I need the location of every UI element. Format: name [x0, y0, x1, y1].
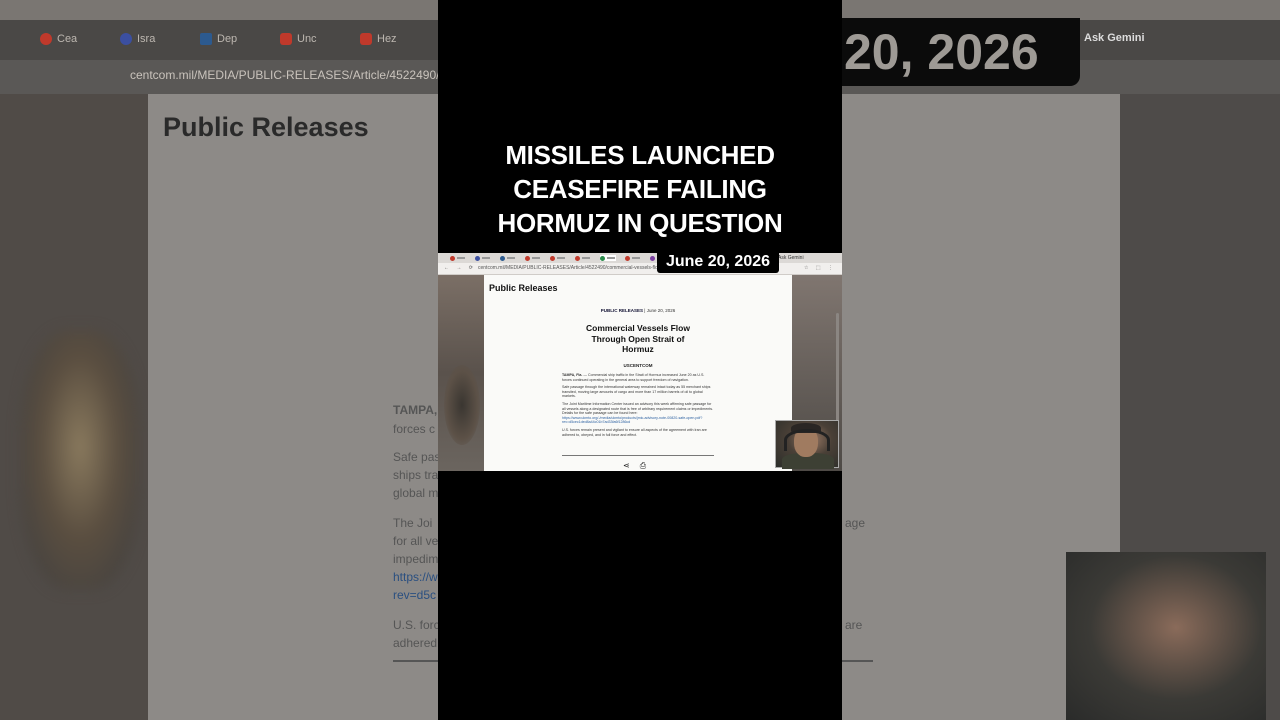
bg-text: forces c [393, 422, 436, 436]
tab-favicon-icon [600, 255, 605, 261]
page-title: Public Releases [489, 283, 558, 293]
browser-tab-bar: Ask Gemini [438, 253, 842, 263]
headline-line: MISSILES LAUNCHED [505, 140, 775, 170]
article-paragraph: Safe passage through the international w… [562, 385, 711, 399]
tab-favicon-icon [550, 255, 555, 261]
tab-favicon-icon [280, 33, 292, 45]
bg-text: The Joi [393, 516, 433, 530]
bg-tab-label: Isra [137, 33, 156, 45]
tab-favicon-icon [625, 255, 630, 261]
nav-arrows-icon[interactable]: ← → ⟳ [444, 265, 476, 271]
share-icon[interactable]: ⋖ [623, 461, 640, 470]
browser-tab[interactable] [475, 255, 491, 261]
bg-text: age [845, 516, 866, 530]
bg-tab-label: Hez [377, 33, 397, 45]
tab-favicon-icon [575, 255, 580, 261]
article-title: Commercial Vessels Flow Through Open Str… [484, 323, 792, 355]
bg-text: for all ve [393, 534, 439, 548]
toolbar-icons[interactable]: ☆ ⬚ ⋮ [804, 265, 836, 271]
tab-favicon-icon [450, 255, 455, 261]
headphones-icon [784, 429, 830, 451]
article-body: TAMPA, Fla. — Commercial ship traffic in… [562, 373, 714, 440]
article-paragraph: The Joint Maritime Information Center is… [562, 402, 714, 425]
tab-favicon-icon [525, 255, 530, 261]
bg-tab: Dep [200, 30, 237, 48]
video-frame: Cea Isra Dep Unc Hez Ask Gemini centcom.… [0, 0, 1280, 720]
bg-tab: Cea [40, 30, 77, 48]
tab-favicon-icon [40, 33, 52, 45]
vertical-video: MISSILES LAUNCHED CEASEFIRE FAILING HORM… [438, 0, 842, 720]
browser-tab[interactable] [525, 255, 541, 261]
tab-favicon-icon [360, 33, 372, 45]
browser-tab-active[interactable] [600, 255, 616, 261]
bg-text: U.S. forc [393, 618, 440, 632]
paragraph-text: — Commercial ship traffic in the Strait … [562, 373, 705, 382]
bg-tab: Isra [120, 30, 155, 48]
headline-line: CEASEFIRE FAILING [513, 174, 767, 204]
bg-jet-image [20, 330, 140, 590]
article-paragraph: TAMPA, Fla. — Commercial ship traffic in… [562, 373, 714, 382]
bg-webcam-overlay [1066, 552, 1266, 720]
bg-text: https://w [393, 570, 438, 584]
browser-tab[interactable] [625, 255, 641, 261]
meta-label[interactable]: PUBLIC RELEASES [601, 308, 643, 313]
meta-date: June 20, 2026 [646, 308, 676, 313]
tab-favicon-icon [120, 33, 132, 45]
screen-recording: Ask Gemini ← → ⟳ centcom.mil/MEDIA/PUBLI… [438, 253, 842, 471]
article-page: Public Releases PUBLIC RELEASES | June 2… [484, 275, 792, 471]
article-title-line: Through Open Strait of [591, 333, 685, 344]
page-left-gutter [438, 275, 484, 471]
bg-text: TAMPA, [393, 403, 438, 417]
bg-url: centcom.mil/MEDIA/PUBLIC-RELEASES/Articl… [130, 68, 457, 82]
article-title-line: Commercial Vessels Flow [586, 323, 690, 333]
bg-date-badge: 20, 2026 [840, 18, 1080, 86]
browser-tab[interactable] [500, 255, 516, 261]
article-meta: PUBLIC RELEASES | June 20, 2026 [600, 308, 676, 313]
bg-text: global m [393, 486, 439, 500]
tab-favicon-icon [650, 255, 655, 261]
bg-text: impedim [393, 552, 439, 566]
scrollbar[interactable] [836, 313, 839, 423]
headline: MISSILES LAUNCHED CEASEFIRE FAILING HORM… [438, 138, 842, 240]
ask-gemini-button[interactable]: Ask Gemini [778, 255, 804, 261]
tab-favicon-icon [475, 255, 480, 261]
bg-tab-label: Dep [217, 33, 238, 45]
bg-tab: Unc [280, 30, 317, 48]
bg-page-heading: Public Releases [163, 112, 369, 142]
browser-tab[interactable] [450, 255, 466, 261]
article-paragraph: U.S. forces remain present and vigilant … [562, 427, 707, 437]
bg-text: adhered [393, 636, 438, 650]
jet-image [444, 365, 480, 445]
bg-tab: Hez [360, 30, 397, 48]
tab-favicon-icon [500, 255, 505, 261]
paragraph-text: The Joint Maritime Information Center is… [562, 401, 714, 416]
article-title-line: Hormuz [622, 344, 654, 354]
dateline: TAMPA, Fla. [562, 373, 583, 377]
date-badge: June 20, 2026 [657, 250, 779, 273]
bg-ask-gemini: Ask Gemini [1084, 32, 1145, 44]
bg-tab-label: Cea [57, 33, 78, 45]
headline-line: HORMUZ IN QUESTION [497, 208, 783, 238]
advisory-link[interactable]: https://www.ukmto.org/-/media/ukmto/prod… [562, 416, 702, 425]
bg-text: are [845, 618, 863, 632]
browser-tab[interactable] [550, 255, 566, 261]
browser-tab[interactable] [575, 255, 591, 261]
article-source: USCENTCOM [623, 363, 653, 368]
bg-text: ships tra [393, 468, 439, 482]
bg-text: rev=d5c [393, 588, 437, 602]
bg-tab-label: Unc [297, 33, 317, 45]
bg-text: Safe pas [393, 450, 441, 464]
tab-favicon-icon [200, 33, 212, 45]
print-icon[interactable]: ⎙ [640, 461, 656, 470]
share-print-icons[interactable]: ⋖⎙ [623, 461, 656, 471]
divider [562, 455, 714, 456]
webcam-overlay [775, 420, 839, 469]
